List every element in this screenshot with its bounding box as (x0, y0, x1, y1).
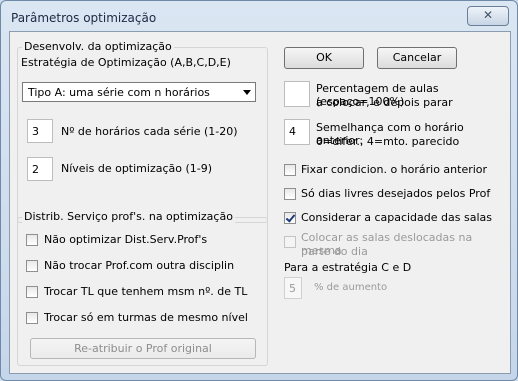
fix-previous-schedule-checkbox[interactable] (284, 164, 296, 176)
room-capacity-checkbox[interactable] (284, 212, 296, 224)
displaced-rooms-label-line2: parte do dia (301, 245, 368, 258)
swap-same-level-checkbox[interactable] (26, 312, 38, 324)
strategy-cd-label: Para a estratégia C e D (284, 261, 412, 274)
dialog-client-area: Desenvolv. da optimização Estratégia de … (9, 31, 511, 374)
num-schedules-label: Nº de horários cada série (1-20) (61, 125, 238, 138)
optimization-levels-input[interactable]: 2 (27, 157, 53, 181)
no-optimize-dist-checkbox[interactable] (26, 234, 38, 246)
swap-same-level-label: Trocar só em turmas de mesmo nível (44, 311, 248, 324)
reassign-original-prof-button[interactable]: Re-atribuir o Prof original (30, 338, 256, 359)
room-capacity-label: Considerar a capacidade das salas (301, 211, 492, 224)
swap-tl-checkbox[interactable] (26, 286, 38, 298)
similarity-label-line2: 0=difer., 4=mto. parecido (316, 135, 460, 148)
chevron-down-icon (243, 90, 251, 95)
increase-input[interactable]: 5 (284, 277, 302, 299)
free-days-label: Só dias livres desejados pelos Prof (301, 187, 491, 200)
percentage-label-line2: a colocar, e depois parar (316, 96, 453, 109)
window-title: Parâmetros optimização (11, 11, 157, 25)
percentage-input[interactable] (284, 81, 310, 107)
optimization-levels-label: Níveis de optimização (1-9) (61, 162, 213, 175)
strategy-dropdown[interactable]: Tipo A: uma série com n horários (22, 82, 256, 102)
displaced-rooms-checkbox[interactable] (284, 236, 296, 248)
close-button[interactable]: ✕ (467, 6, 509, 26)
distribution-group-legend: Distrib. Serviço prof's. na optimização (22, 210, 235, 223)
dialog-window: Parâmetros optimização ✕ Desenvolv. da o… (0, 0, 518, 381)
close-icon[interactable]: ✕ (483, 8, 493, 22)
no-swap-prof-label: Não trocar Prof.com outra disciplin (44, 259, 235, 272)
free-days-checkbox[interactable] (284, 188, 296, 200)
increase-label: % de aumento (314, 282, 388, 293)
optimization-group-legend: Desenvolv. da optimização (22, 40, 174, 53)
swap-tl-label: Trocar TL que tenhem msm nº. de TL (44, 285, 248, 298)
strategy-label: Estratégia de Optimização (A,B,C,D,E) (21, 56, 231, 69)
fix-previous-schedule-label: Fixar condicion. o horário anterior (301, 163, 488, 176)
strategy-selected-value: Tipo A: uma série com n horários (28, 86, 210, 99)
similarity-input[interactable]: 4 (284, 119, 310, 145)
ok-button[interactable]: OK (284, 47, 364, 69)
cancel-button[interactable]: Cancelar (377, 47, 457, 69)
no-swap-prof-checkbox[interactable] (26, 260, 38, 272)
num-schedules-input[interactable]: 3 (27, 119, 53, 143)
no-optimize-dist-label: Não optimizar Dist.Serv.Prof's (44, 233, 208, 246)
